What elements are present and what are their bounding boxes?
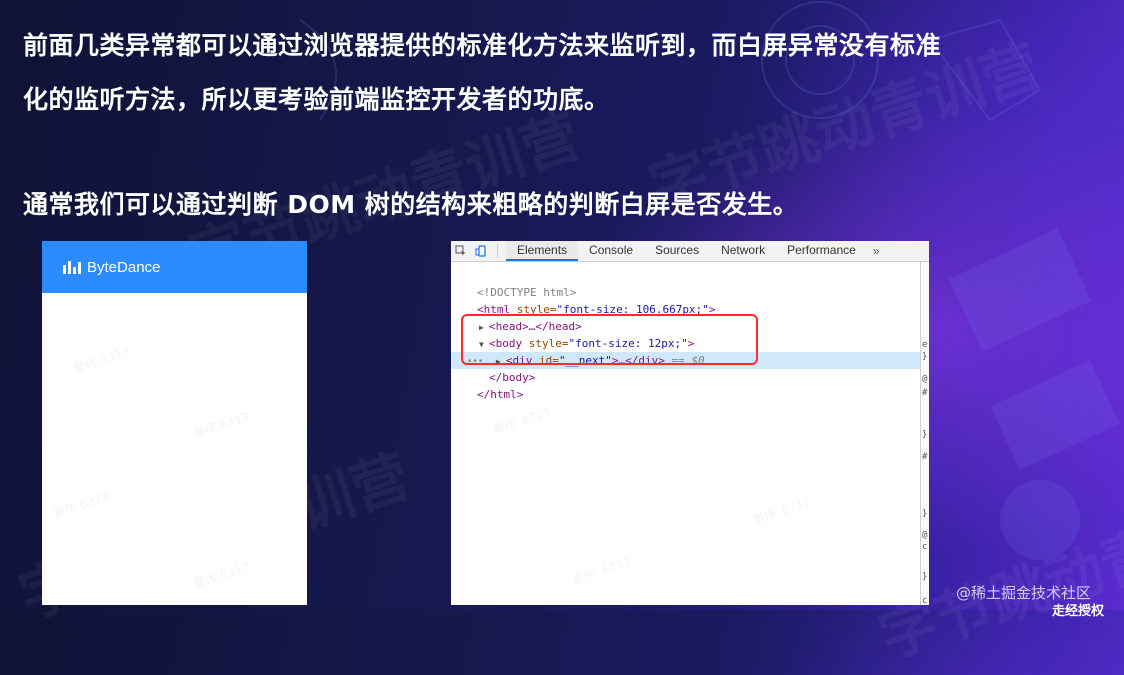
slide-paragraph-line-3: 通常我们可以通过判断 DOM 树的结构来粗略的判断白屏是否发生。	[23, 190, 799, 219]
sidebar-edge-mark: @	[922, 374, 928, 384]
tab-sources[interactable]: Sources	[644, 241, 710, 261]
doctype-text: <!DOCTYPE html>	[477, 286, 577, 299]
sidebar-edge-mark: @	[922, 530, 928, 540]
sidebar-edge-mark: }	[922, 352, 928, 362]
tab-elements[interactable]: Elements	[506, 241, 579, 261]
watermark-small: 秦伟 6313	[191, 409, 252, 441]
app-logo-text: ByteDance	[87, 258, 161, 276]
devtools-panel: Elements Console Sources Network Perform…	[451, 241, 929, 605]
devtools-toolbar: Elements Console Sources Network Perform…	[451, 241, 929, 262]
html-close-line[interactable]: </html>	[477, 386, 920, 403]
inspect-element-icon[interactable]	[451, 241, 471, 261]
watermark-small: 秦伟 6313	[570, 555, 632, 587]
sidebar-edge-mark: c	[922, 542, 928, 552]
sidebar-edge-mark: e	[922, 340, 928, 350]
highlight-annotation-box	[461, 314, 758, 365]
device-toolbar-icon[interactable]	[471, 241, 491, 261]
watermark-small: 秦伟 6313	[71, 344, 132, 376]
more-tabs-icon[interactable]: »	[867, 244, 880, 258]
body-close-line[interactable]: </body>	[489, 369, 920, 386]
phone-screenshot: ByteDance 秦伟 6313 秦伟 6313 秦伟 6313 秦伟 631…	[42, 241, 307, 605]
watermark-small: 秦伟 6313	[750, 495, 812, 527]
watermark-small: 秦伟 6313	[51, 489, 112, 521]
watermark-small: 秦伟 6313	[490, 405, 552, 437]
slide-paragraph-line-1: 前面几类异常都可以通过浏览器提供的标准化方法来监听到，而白屏异常没有标准	[23, 31, 942, 60]
body-close-tag: </body>	[489, 371, 536, 384]
sidebar-edge-mark: #	[922, 452, 928, 462]
tab-network[interactable]: Network	[710, 241, 776, 261]
sidebar-edge-mark: c	[922, 596, 928, 605]
bytedance-logo-icon	[63, 260, 81, 274]
slide-paragraph-line-2: 化的监听方法，所以更考验前端监控开发者的功底。	[23, 85, 610, 114]
styles-sidebar-edge[interactable]: e} @ #} #} @ c} c	[920, 262, 929, 605]
watermark-small: 秦伟 6313	[191, 559, 252, 591]
html-close-tag: </html>	[477, 388, 524, 401]
app-header: ByteDance	[42, 241, 307, 293]
sidebar-edge-mark: }	[922, 430, 928, 440]
doctype-line[interactable]: <!DOCTYPE html>	[477, 284, 920, 301]
tab-performance[interactable]: Performance	[776, 241, 867, 261]
sidebar-edge-mark: }	[922, 509, 928, 519]
sidebar-edge-mark: }	[922, 572, 928, 582]
sidebar-edge-mark: #	[922, 388, 928, 398]
tab-console[interactable]: Console	[578, 241, 644, 261]
toolbar-divider	[497, 244, 498, 258]
